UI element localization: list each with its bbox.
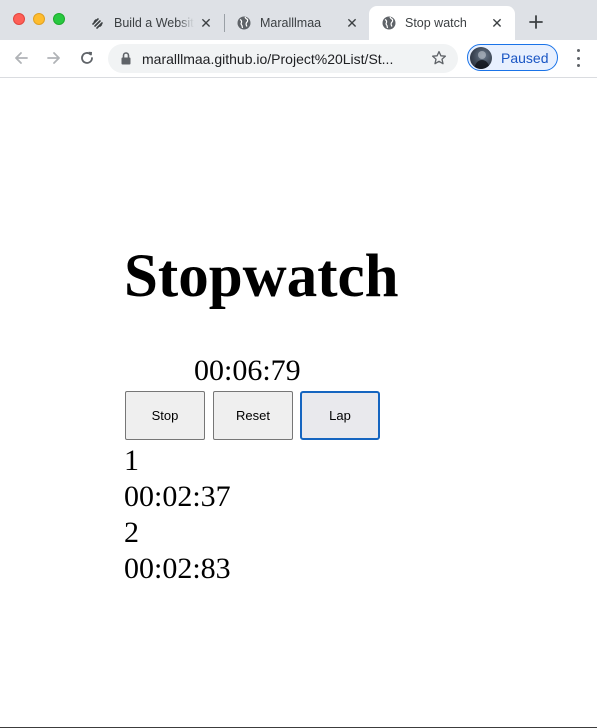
lap-time: 00:02:83 xyxy=(124,552,231,585)
reset-button[interactable]: Reset xyxy=(213,391,293,440)
lap-button[interactable]: Lap xyxy=(300,391,380,440)
arrow-right-icon xyxy=(47,52,60,64)
reload-button[interactable] xyxy=(77,48,97,68)
browser-window: Build a Website ✕ Maralllmaa ✕ Stop watc… xyxy=(0,0,597,728)
more-menu-icon[interactable] xyxy=(572,49,584,67)
page-content: Stopwatch 00:06:79 Stop Reset Lap 1 00:0… xyxy=(0,78,597,728)
close-icon[interactable]: ✕ xyxy=(489,15,505,31)
new-tab-button[interactable] xyxy=(526,12,546,32)
page-title: Stopwatch xyxy=(124,243,399,310)
address-bar[interactable]: maralllmaa.github.io/Project%20List/St..… xyxy=(108,44,458,73)
arrow-left-icon xyxy=(15,52,28,64)
forward-button[interactable] xyxy=(44,48,64,68)
url-text: maralllmaa.github.io/Project%20List/St..… xyxy=(142,51,394,67)
globe-icon xyxy=(236,15,252,31)
maximize-window-button[interactable] xyxy=(53,13,65,25)
tab-maralllmaa[interactable]: Maralllmaa ✕ xyxy=(224,6,370,40)
timer-display: 00:06:79 xyxy=(194,354,301,387)
tab-stop-watch[interactable]: Stop watch ✕ xyxy=(369,6,515,40)
bookmark-star-icon[interactable] xyxy=(431,50,447,66)
lock-icon xyxy=(121,52,131,65)
close-window-button[interactable] xyxy=(13,13,25,25)
squarespace-icon xyxy=(90,15,106,31)
minimize-window-button[interactable] xyxy=(33,13,45,25)
tab-title: Maralllmaa xyxy=(260,16,322,30)
browser-toolbar: maralllmaa.github.io/Project%20List/St..… xyxy=(0,40,597,78)
lap-time: 00:02:37 xyxy=(124,480,231,513)
back-button[interactable] xyxy=(11,48,31,68)
tab-title: Build a Website xyxy=(114,16,194,30)
stop-button[interactable]: Stop xyxy=(125,391,205,440)
close-icon[interactable]: ✕ xyxy=(198,15,214,31)
tab-title: Stop watch xyxy=(405,16,467,30)
lap-number: 1 xyxy=(124,444,139,477)
globe-icon xyxy=(381,15,397,31)
profile-button[interactable]: Paused xyxy=(467,44,558,71)
close-icon[interactable]: ✕ xyxy=(344,15,360,31)
tab-strip: Build a Website ✕ Maralllmaa ✕ Stop watc… xyxy=(0,0,597,40)
avatar xyxy=(470,46,492,69)
plus-icon xyxy=(529,15,543,29)
tab-build-a-website[interactable]: Build a Website ✕ xyxy=(78,6,224,40)
reload-icon xyxy=(81,51,93,64)
lap-list: 1 00:02:37 2 00:02:83 xyxy=(124,443,231,587)
lap-number: 2 xyxy=(124,516,139,549)
profile-status-label: Paused xyxy=(501,49,549,66)
